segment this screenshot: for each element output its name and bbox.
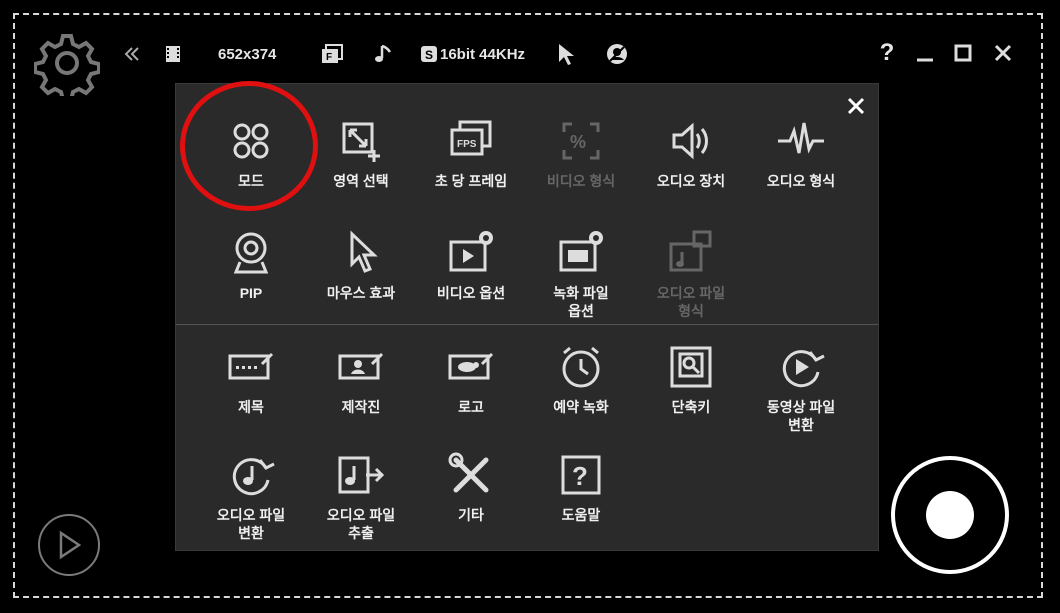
menu-item-video-format[interactable]: % 비디오 형식 (526, 116, 636, 190)
collapse-chevron-icon[interactable] (122, 42, 142, 66)
film-icon (163, 42, 183, 66)
audio-format-text: 16bit 44KHz (440, 45, 526, 63)
video-convert-icon (782, 350, 825, 388)
fps-toolbar-icon[interactable]: F (320, 42, 344, 66)
svg-text:%: % (570, 132, 586, 152)
clock-icon (562, 346, 600, 388)
waveform-icon (778, 122, 824, 154)
cursor-toolbar-icon[interactable] (556, 42, 574, 66)
help-icon: ? (561, 455, 601, 495)
speaker-icon (672, 122, 708, 160)
menu-item-label: 비디오 옵션 (436, 285, 506, 301)
tools-icon (448, 452, 489, 493)
credits-icon (338, 352, 384, 380)
menu-item-label: 오디오 파일 변환 (216, 507, 286, 541)
menu-item-audio-format[interactable]: 오디오 형식 (746, 116, 856, 190)
menu-item-label: 단축키 (671, 399, 711, 415)
menu-item-label: 오디오 파일 형식 (656, 285, 726, 319)
audio-convert-icon (232, 458, 275, 496)
section-divider (176, 324, 878, 325)
menu-item-pip[interactable]: PIP (196, 228, 306, 302)
menu-item-audio-convert[interactable]: 오디오 파일 변환 (196, 450, 306, 542)
menu-item-label: PIP (239, 285, 263, 301)
audio-format-toolbar[interactable]: S 16bit 44KHz (420, 42, 525, 66)
menu-item-video-convert[interactable]: 동영상 파일 변환 (746, 342, 856, 434)
menu-item-label: 오디오 파일 추출 (326, 507, 396, 541)
close-window-button[interactable] (990, 40, 1016, 66)
menu-item-label: 녹화 파일 옵션 (553, 285, 609, 319)
menu-item-title[interactable]: 제목 (196, 342, 306, 416)
menu-item-audio-extract[interactable]: 오디오 파일 추출 (306, 450, 416, 542)
menu-item-label: 영역 선택 (333, 173, 389, 189)
music-note-icon[interactable] (374, 42, 394, 66)
menu-item-label: 제작진 (341, 399, 381, 415)
audio-extract-icon (338, 456, 385, 494)
video-format-icon: % (562, 122, 600, 160)
menu-item-label: 초 당 프레임 (434, 173, 508, 189)
menu-item-label: 기타 (458, 507, 484, 523)
close-panel-icon[interactable] (846, 96, 866, 116)
play-button[interactable] (38, 514, 100, 576)
record-dot-icon (926, 491, 974, 539)
menu-item-label: 동영상 파일 변환 (766, 399, 836, 433)
menu-item-label: 로고 (458, 399, 484, 415)
hotkey-icon (670, 346, 712, 388)
menu-item-fps[interactable]: FPS 초 당 프레임 (416, 116, 526, 190)
play-icon (59, 530, 82, 560)
webcam-toolbar-icon[interactable] (606, 42, 628, 66)
highlight-ring (180, 81, 318, 211)
menu-item-label: 오디오 형식 (766, 173, 836, 189)
menu-item-tools[interactable]: 기타 (416, 450, 526, 524)
audio-file-format-icon (669, 230, 712, 272)
title-icon (228, 352, 274, 380)
menu-item-label: 마우스 효과 (326, 285, 396, 301)
menu-item-label: 예약 녹화 (553, 399, 609, 415)
menu-item-audio-device[interactable]: 오디오 장치 (636, 116, 746, 190)
menu-item-hotkey[interactable]: 단축키 (636, 342, 746, 416)
menu-item-mouse-effect[interactable]: 마우스 효과 (306, 228, 416, 302)
webcam-icon (233, 232, 269, 274)
settings-gear-icon[interactable] (34, 30, 100, 96)
menu-item-label: 비디오 형식 (546, 173, 616, 189)
svg-text:FPS: FPS (457, 139, 477, 150)
menu-item-schedule[interactable]: 예약 녹화 (526, 342, 636, 416)
fps-icon: FPS (450, 120, 492, 156)
cursor-icon (350, 230, 378, 273)
record-file-options-icon (559, 231, 603, 272)
menu-item-video-options[interactable]: 비디오 옵션 (416, 228, 526, 302)
menu-item-credits[interactable]: 제작진 (306, 342, 416, 416)
help-button[interactable]: ? (874, 39, 900, 66)
menu-item-label: 오디오 장치 (656, 173, 726, 189)
record-button[interactable] (891, 456, 1009, 574)
logo-icon (448, 352, 494, 380)
menu-item-audio-file-format[interactable]: 오디오 파일 형식 (636, 228, 746, 320)
svg-text:S: S (425, 48, 433, 62)
resolution-text[interactable]: 652x374 (218, 42, 276, 66)
menu-item-label: 제목 (238, 399, 264, 415)
minimize-button[interactable] (912, 40, 938, 66)
menu-item-label: 도움말 (561, 507, 601, 523)
menu-item-record-file-options[interactable]: 녹화 파일 옵션 (526, 228, 636, 320)
menu-item-logo[interactable]: 로고 (416, 342, 526, 416)
area-select-icon (342, 122, 380, 162)
menu-item-area-select[interactable]: 영역 선택 (306, 116, 416, 190)
video-options-icon (449, 231, 493, 272)
menu-item-help[interactable]: ? 도움말 (526, 450, 636, 524)
maximize-button[interactable] (950, 40, 976, 66)
svg-text:?: ? (572, 461, 588, 491)
svg-text:F: F (326, 52, 332, 63)
